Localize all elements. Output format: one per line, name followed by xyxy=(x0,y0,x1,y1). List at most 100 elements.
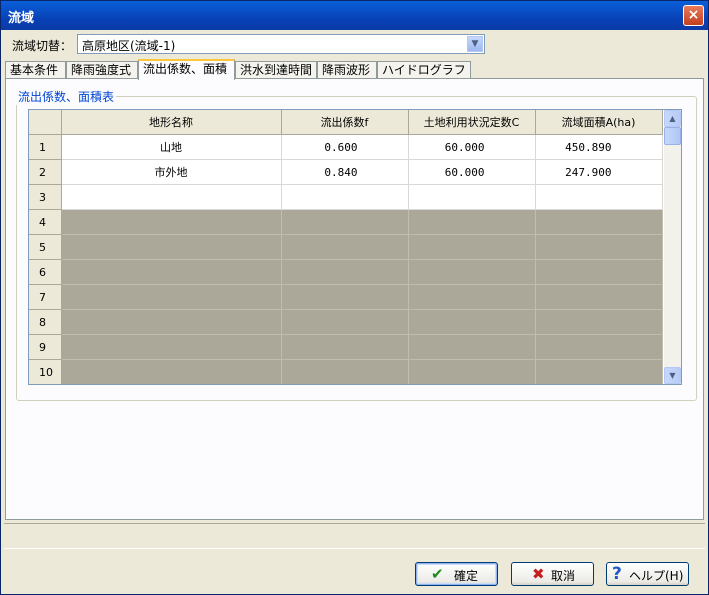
land-use-constant-cell[interactable] xyxy=(408,234,536,260)
close-button[interactable]: × xyxy=(683,5,704,26)
runoff-coefficient-cell[interactable] xyxy=(281,184,409,210)
table-row: 3 xyxy=(29,184,663,210)
question-icon: ? xyxy=(612,564,622,584)
chevron-down-icon[interactable]: ▼ xyxy=(467,36,483,52)
basin-selector-label: 流域切替： xyxy=(12,39,73,53)
terrain-name-cell[interactable]: 市外地 xyxy=(61,159,282,185)
tab-label: 洪水到達時間 xyxy=(240,63,313,77)
runoff-coefficient-cell[interactable] xyxy=(281,334,409,360)
column-header-land-use-constant[interactable]: 土地利用状況定数C xyxy=(408,110,536,135)
terrain-name-cell[interactable] xyxy=(61,259,282,285)
dialog-window: 流域 × 流域切替： 高原地区(流域-1) ▼ 基本条件 降雨強度式 流出係数、… xyxy=(0,0,709,595)
scroll-up-icon[interactable]: ▲ xyxy=(664,110,681,127)
runoff-coefficient-cell[interactable] xyxy=(281,234,409,260)
table-row: 1 山地 0.600 60.000 450.890 xyxy=(29,134,663,160)
column-header-basin-area[interactable]: 流域面積A(ha) xyxy=(535,110,663,135)
terrain-name-cell[interactable] xyxy=(61,184,282,210)
basin-area-cell[interactable] xyxy=(535,184,663,210)
land-use-constant-cell[interactable]: 60.000 xyxy=(408,159,536,185)
terrain-name-cell[interactable] xyxy=(61,284,282,310)
table-row: 2 市外地 0.840 60.000 247.900 xyxy=(29,159,663,185)
basin-area-cell[interactable] xyxy=(535,284,663,310)
window-title: 流域 xyxy=(8,11,35,26)
row-number: 2 xyxy=(29,159,62,185)
tab-label: 流出係数、面積 xyxy=(143,62,228,76)
terrain-name-cell[interactable] xyxy=(61,309,282,335)
row-number: 4 xyxy=(29,209,62,235)
runoff-coefficient-cell[interactable] xyxy=(281,309,409,335)
land-use-constant-cell[interactable] xyxy=(408,284,536,310)
basin-area-cell[interactable] xyxy=(535,334,663,360)
row-number: 8 xyxy=(29,309,62,335)
cancel-label: 取消 xyxy=(551,569,576,583)
land-use-constant-cell[interactable] xyxy=(408,309,536,335)
tab-label: 降雨強度式 xyxy=(71,63,132,77)
basin-area-cell[interactable]: 247.900 xyxy=(535,159,663,185)
runoff-coefficient-cell[interactable] xyxy=(281,284,409,310)
corner-header xyxy=(29,110,62,135)
close-icon: × xyxy=(687,7,700,23)
land-use-constant-cell[interactable] xyxy=(408,259,536,285)
column-header-runoff-coefficient[interactable]: 流出係数f xyxy=(281,110,409,135)
group-title: 流出係数、面積表 xyxy=(16,88,117,105)
land-use-constant-cell[interactable] xyxy=(408,209,536,235)
runoff-coefficient-cell[interactable] xyxy=(281,209,409,235)
status-bar xyxy=(4,523,705,549)
land-use-constant-cell[interactable] xyxy=(408,359,536,384)
basin-area-cell[interactable] xyxy=(535,234,663,260)
row-number: 1 xyxy=(29,134,62,160)
help-label: ヘルプ(H) xyxy=(629,569,684,583)
table-row: 4 xyxy=(29,209,663,235)
title-bar[interactable]: 流域 × xyxy=(1,1,708,30)
table-row: 8 xyxy=(29,309,663,335)
checkmark-icon: ✔ xyxy=(431,565,444,583)
ok-label: 確定 xyxy=(454,569,479,583)
scrollbar-thumb[interactable] xyxy=(664,127,681,145)
tab-rainfall-waveform[interactable]: 降雨波形 xyxy=(317,61,377,79)
table-row: 7 xyxy=(29,284,663,310)
basin-area-cell[interactable] xyxy=(535,259,663,285)
runoff-coefficient-cell[interactable]: 0.600 xyxy=(281,134,409,160)
basin-selector-row: 流域切替： 高原地区(流域-1) ▼ xyxy=(1,32,708,56)
tab-hydrograph[interactable]: ハイドログラフ xyxy=(377,61,471,79)
basin-selector-value: 高原地区(流域-1) xyxy=(82,39,176,53)
tab-rainfall-intensity[interactable]: 降雨強度式 xyxy=(66,61,138,79)
tab-flood-arrival-time[interactable]: 洪水到達時間 xyxy=(235,61,317,79)
tab-label: 降雨波形 xyxy=(322,63,371,77)
column-header-terrain-name[interactable]: 地形名称 xyxy=(61,110,282,135)
runoff-coefficient-cell[interactable]: 0.840 xyxy=(281,159,409,185)
basin-area-cell[interactable] xyxy=(535,359,663,384)
row-number: 3 xyxy=(29,184,62,210)
basin-area-cell[interactable] xyxy=(535,209,663,235)
runoff-coefficient-cell[interactable] xyxy=(281,259,409,285)
runoff-coefficient-cell[interactable] xyxy=(281,359,409,384)
terrain-name-cell[interactable] xyxy=(61,359,282,384)
terrain-name-cell[interactable]: 山地 xyxy=(61,134,282,160)
tab-basic-conditions[interactable]: 基本条件 xyxy=(5,61,66,79)
row-number: 9 xyxy=(29,334,62,360)
terrain-name-cell[interactable] xyxy=(61,234,282,260)
row-number: 6 xyxy=(29,259,62,285)
basin-area-cell[interactable] xyxy=(535,309,663,335)
land-use-constant-cell[interactable] xyxy=(408,334,536,360)
table-row: 6 xyxy=(29,259,663,285)
tab-label: 基本条件 xyxy=(10,63,59,77)
basin-area-cell[interactable]: 450.890 xyxy=(535,134,663,160)
tab-runoff-area[interactable]: 流出係数、面積 xyxy=(138,59,235,80)
table-row: 5 xyxy=(29,234,663,260)
basin-selector-dropdown[interactable]: 高原地区(流域-1) ▼ xyxy=(77,34,485,54)
terrain-name-cell[interactable] xyxy=(61,209,282,235)
help-button[interactable]: ? ヘルプ(H) xyxy=(606,562,689,586)
terrain-name-cell[interactable] xyxy=(61,334,282,360)
table-row: 10 xyxy=(29,359,663,384)
cancel-button[interactable]: ✖ 取消 xyxy=(511,562,594,586)
scroll-down-icon[interactable]: ▼ xyxy=(664,367,681,384)
land-use-constant-cell[interactable]: 60.000 xyxy=(408,134,536,160)
x-mark-icon: ✖ xyxy=(532,565,545,583)
table-row: 9 xyxy=(29,334,663,360)
row-number: 10 xyxy=(29,359,62,384)
vertical-scrollbar[interactable]: ▲ ▼ xyxy=(664,110,681,384)
tab-label: ハイドログラフ xyxy=(382,63,466,77)
ok-button[interactable]: ✔ 確定 xyxy=(415,562,498,586)
land-use-constant-cell[interactable] xyxy=(408,184,536,210)
